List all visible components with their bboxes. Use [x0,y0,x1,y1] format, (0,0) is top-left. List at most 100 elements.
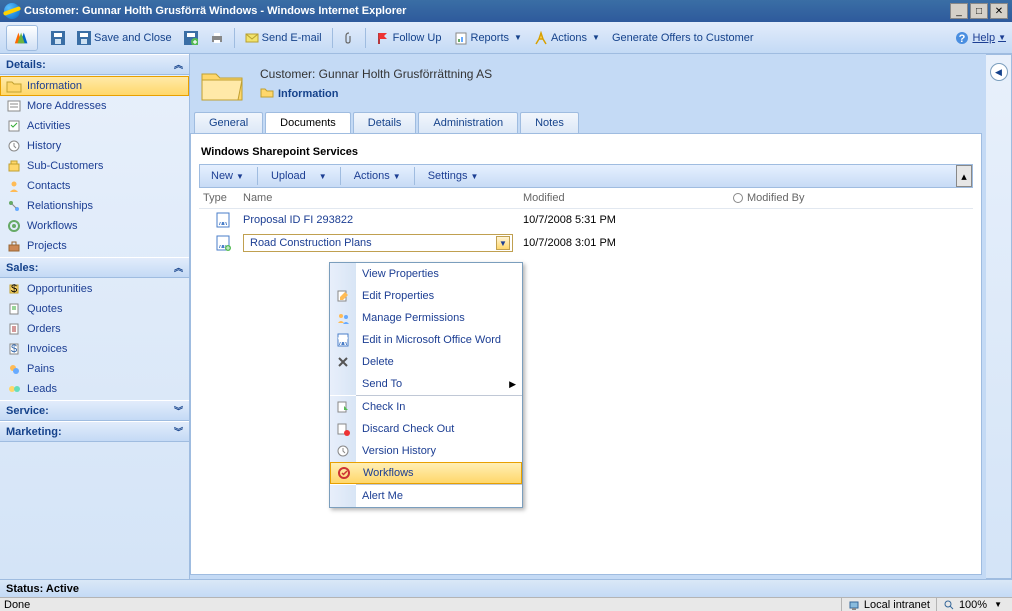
reports-label: Reports [471,32,510,44]
document-header: Type Name Modified Modified By [199,188,973,209]
ctx-manage-permissions[interactable]: Manage Permissions [330,307,522,329]
pains-icon [6,361,22,377]
ctx-check-in[interactable]: Check In [330,396,522,418]
nav-item-sub-customers[interactable]: Sub-Customers [0,156,189,176]
nav-item-activities[interactable]: Activities [0,116,189,136]
document-row[interactable]: W Road Construction Plans ▼ 10/7/2008 3:… [199,231,973,255]
nav-header-service[interactable]: Service:︾ [0,400,189,421]
send-email-label: Send E-mail [262,32,322,44]
ie-status-bar: Done Local intranet 100%▼ [0,597,1012,611]
generate-offers-button[interactable]: Generate Offers to Customer [607,27,759,49]
maximize-button[interactable]: □ [970,3,988,19]
nav-item-quotes[interactable]: Quotes [0,299,189,319]
actions-button[interactable]: Actions▼ [529,27,605,49]
dynamics-logo[interactable] [6,25,38,51]
save-and-close-button[interactable]: Save and Close [72,27,177,49]
dropdown-button[interactable]: ▼ [496,236,510,250]
nav-header-marketing[interactable]: Marketing:︾ [0,421,189,442]
reports-button[interactable]: Reports▼ [449,27,527,49]
doc-name: Road Construction Plans [250,237,372,249]
activities-icon [6,118,22,134]
nav-item-more-addresses[interactable]: More Addresses [0,96,189,116]
context-menu: View Properties Edit Properties Manage P… [329,262,523,508]
send-email-button[interactable]: Send E-mail [240,27,327,49]
sp-new-button[interactable]: New▼ [204,167,251,185]
tab-general[interactable]: General [194,112,263,133]
col-modified[interactable]: Modified [523,192,733,204]
nav-header-details[interactable]: Details:︽ [0,54,189,75]
collapse-icon: ︽ [174,261,183,274]
save-new-button[interactable] [179,27,203,49]
nav-item-leads[interactable]: Leads [0,379,189,399]
col-name[interactable]: Name [243,192,523,204]
sp-settings-button[interactable]: Settings▼ [421,167,486,185]
ctx-workflows[interactable]: Workflows [330,462,522,484]
ie-icon [4,3,20,19]
sharepoint-title: Windows Sharepoint Services [199,142,973,164]
attach-button[interactable] [338,27,360,49]
expand-left-button[interactable]: ◀ [990,63,1008,81]
nav-header-sales[interactable]: Sales:︽ [0,257,189,278]
save-close-icon [77,31,91,45]
main-toolbar: Save and Close Send E-mail Follow Up Rep… [0,22,1012,54]
ctx-delete[interactable]: Delete [330,351,522,373]
relationships-icon [6,198,22,214]
zoom-control[interactable]: 100%▼ [936,598,1008,611]
opportunity-icon: $ [6,281,22,297]
tab-administration[interactable]: Administration [418,112,518,133]
customers-icon [6,158,22,174]
window-titlebar: Customer: Gunnar Holth Grusförrä Windows… [0,0,1012,22]
sp-actions-button[interactable]: Actions▼ [347,167,408,185]
svg-text:W: W [338,336,349,347]
right-expander: ◀ [986,54,1012,579]
sp-upload-button[interactable]: Upload▼ [264,167,334,185]
close-button[interactable]: ✕ [990,3,1008,19]
ctx-edit-in-word[interactable]: WEdit in Microsoft Office Word [330,329,522,351]
contacts-icon [6,178,22,194]
ctx-edit-properties[interactable]: Edit Properties [330,285,522,307]
ctx-view-properties[interactable]: View Properties [330,263,522,285]
svg-text:W: W [218,216,229,228]
expand-icon: ︾ [174,425,183,438]
nav-item-workflows[interactable]: Workflows [0,216,189,236]
minimize-button[interactable]: _ [950,3,968,19]
svg-text:$: $ [11,283,17,295]
ctx-alert-me[interactable]: Alert Me [330,485,522,507]
print-button[interactable] [205,27,229,49]
nav-item-orders[interactable]: Orders [0,319,189,339]
tab-details[interactable]: Details [353,112,417,133]
doc-name[interactable]: Proposal ID FI 293822 [243,214,523,226]
security-zone[interactable]: Local intranet [841,598,936,611]
discard-icon [336,422,350,436]
ctx-version-history[interactable]: Version History [330,440,522,462]
nav-item-relationships[interactable]: Relationships [0,196,189,216]
scroll-up-button[interactable]: ▴ [956,165,972,187]
zoom-icon [943,599,955,611]
status-text: Done [4,599,30,611]
nav-item-invoices[interactable]: $Invoices [0,339,189,359]
nav-item-information[interactable]: Information [0,76,189,96]
tab-documents[interactable]: Documents [265,112,351,133]
col-type[interactable]: Type [203,192,243,204]
address-icon [6,98,22,114]
save-and-close-label: Save and Close [94,32,172,44]
window-title: Customer: Gunnar Holth Grusförrä Windows… [24,5,950,17]
nav-item-opportunities[interactable]: $Opportunities [0,279,189,299]
ctx-discard-checkout[interactable]: Discard Check Out [330,418,522,440]
page-title: Information [278,88,339,100]
follow-up-label: Follow Up [393,32,442,44]
tab-notes[interactable]: Notes [520,112,579,133]
sharepoint-toolbar: New▼ Upload▼ Actions▼ Settings▼ ▴ [199,164,973,188]
nav-item-history[interactable]: History [0,136,189,156]
follow-up-button[interactable]: Follow Up [371,27,447,49]
doc-name-dropdown[interactable]: Road Construction Plans ▼ [243,234,513,252]
col-modified-by[interactable]: Modified By [733,192,969,204]
save-button[interactable] [46,27,70,49]
nav-item-projects[interactable]: Projects [0,236,189,256]
report-icon [454,31,468,45]
help-link[interactable]: ? Help▼ [955,31,1006,45]
nav-item-pains[interactable]: Pains [0,359,189,379]
nav-item-contacts[interactable]: Contacts [0,176,189,196]
document-row[interactable]: W Proposal ID FI 293822 10/7/2008 5:31 P… [199,209,973,231]
ctx-send-to[interactable]: Send To▶ [330,373,522,395]
